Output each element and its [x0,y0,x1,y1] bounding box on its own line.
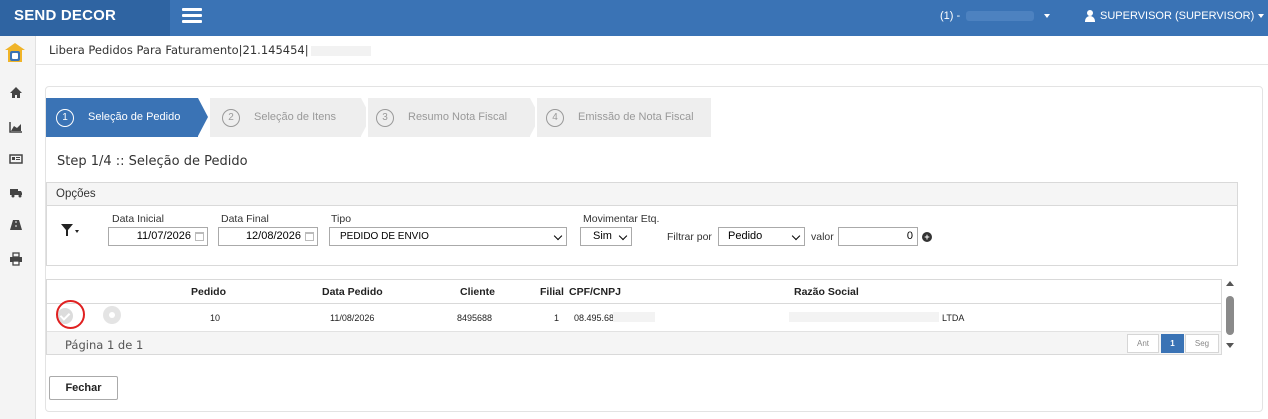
col-header-cliente[interactable]: Cliente [460,286,495,298]
view-order-icon[interactable] [103,306,121,324]
data-final-label: Data Final [221,213,269,225]
brand-logo[interactable]: SEND DECOR [0,0,170,36]
orders-table: Pedido Data Pedido Cliente Filial CPF/CN… [46,279,1222,355]
col-header-cpf-cnpj[interactable]: CPF/CNPJ [569,286,621,298]
tipo-label: Tipo [331,213,352,225]
page-title: Libera Pedidos Para Faturamento|21.14545… [49,43,371,57]
table-scrollbar[interactable] [1224,281,1236,353]
movimentar-label: Movimentar Etq. [583,213,660,225]
wizard-steps: 1 Seleção de Pedido 2 Seleção de Itens 3 Re… [46,98,711,137]
wizard-step-4[interactable]: 4 Emissão de Nota Fiscal [537,98,711,137]
redacted-text [310,45,371,56]
area-chart-icon[interactable] [9,120,23,134]
id-card-icon[interactable] [9,152,23,166]
redacted-cpf [613,312,655,322]
data-inicial-input[interactable]: 11/07/2026 [108,227,208,246]
filter-icon[interactable] [61,223,79,237]
scroll-down-icon[interactable] [1226,343,1234,348]
redacted-razao-social [789,312,939,322]
add-filter-icon[interactable]: + [922,232,932,242]
data-final-input[interactable]: 12/08/2026 [218,227,318,246]
wizard-step-2[interactable]: 2 Seleção de Itens [210,98,361,137]
sidebar [0,36,36,419]
col-header-filial[interactable]: Filial [540,286,564,298]
company-label: (1) - [940,10,961,22]
step-arrow [198,98,208,136]
wizard-step-3[interactable]: 3 Resumo Nota Fiscal [368,98,530,137]
page-info: Página 1 de 1 [65,338,144,352]
wizard-step-1[interactable]: 1 Seleção de Pedido [46,98,198,137]
truck-icon[interactable] [9,185,23,199]
next-page-button[interactable]: Seg [1185,334,1219,353]
cell-data-pedido: 11/08/2026 [330,313,375,323]
options-box: Opções Data Inicial 11/07/2026 Data Fina… [46,182,1238,266]
user-icon [1084,10,1096,23]
filtrar-select[interactable]: Pedido [718,227,805,246]
user-menu[interactable]: SUPERVISOR (SUPERVISOR) [1084,10,1265,23]
cell-cpf-cnpj: 08.495.68 [574,313,615,323]
top-bar: SEND DECOR (1) - SUPERVISOR (SUPERVISOR) [0,0,1268,36]
close-button[interactable]: Fechar [49,376,118,400]
home-icon[interactable] [9,86,23,100]
print-icon[interactable] [9,252,23,266]
valor-input[interactable]: 0 [838,227,918,246]
col-header-razao-social[interactable]: Razão Social [794,286,859,298]
chevron-down-icon [1044,14,1051,19]
road-icon[interactable] [9,218,23,232]
data-inicial-label: Data Inicial [112,213,164,225]
col-header-pedido[interactable]: Pedido [191,286,226,298]
cell-cliente: 8495688 [457,313,493,323]
movimentar-select[interactable]: Sim [580,227,632,246]
user-name: SUPERVISOR (SUPERVISOR) [1100,10,1255,22]
header-divider [36,64,1268,65]
calendar-icon[interactable] [195,232,204,241]
scroll-up-icon[interactable] [1226,281,1234,286]
col-header-data-pedido[interactable]: Data Pedido [322,286,383,298]
calendar-icon[interactable] [305,232,314,241]
menu-toggle-icon[interactable] [182,8,202,24]
company-selector[interactable]: (1) - [940,10,1051,22]
chevron-down-icon [1258,14,1265,19]
options-header: Opções [47,183,1237,206]
filtrar-label: Filtrar por [667,231,712,243]
prev-page-button[interactable]: Ant [1127,334,1159,353]
cell-razao-social: LTDA [942,313,965,323]
header-divider [47,303,1221,304]
step-heading: Step 1/4 :: Seleção de Pedido [57,154,248,169]
tipo-select[interactable]: PEDIDO DE ENVIO [329,227,567,246]
table-footer: Página 1 de 1 Ant 1 Seg [47,331,1221,354]
select-order-check-icon[interactable] [57,308,73,324]
valor-label: valor [811,231,834,243]
company-name-redacted [966,11,1035,22]
page-1-button[interactable]: 1 [1161,334,1184,353]
cell-filial: 1 [554,313,560,323]
scroll-thumb[interactable] [1226,296,1234,335]
app-logo-icon[interactable] [4,42,26,64]
cell-pedido: 10 [210,313,221,323]
